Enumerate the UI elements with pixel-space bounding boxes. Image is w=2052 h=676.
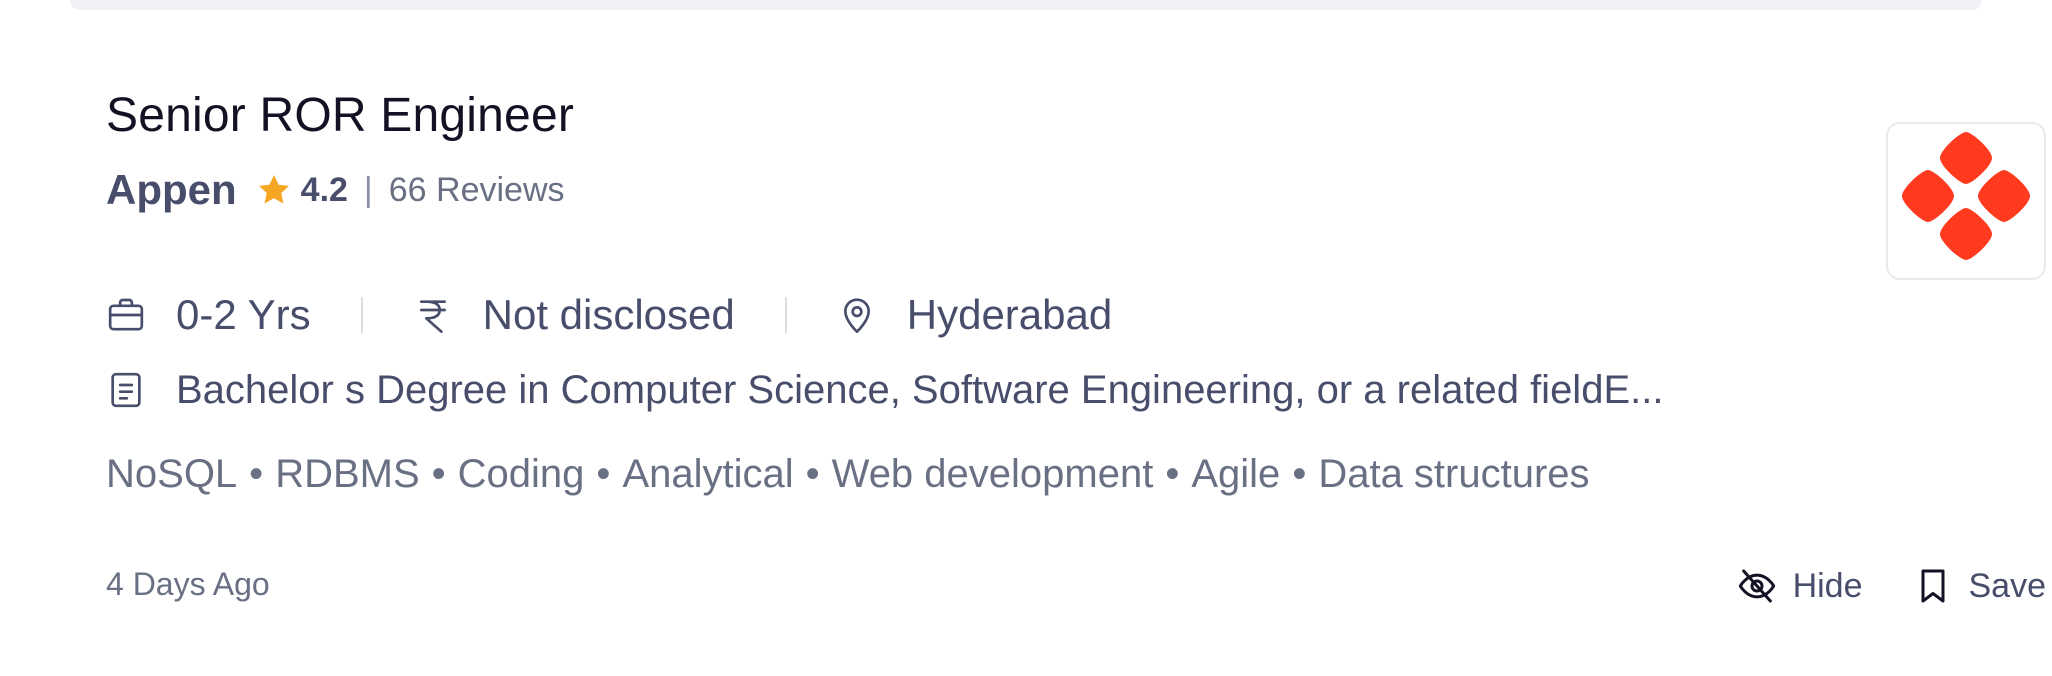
salary: Not disclosed [413, 291, 735, 339]
document-icon [111, 372, 141, 408]
company-row: Appen 4.2 | 66 Reviews [106, 160, 565, 220]
tag: RDBMS [275, 451, 420, 496]
tag: Analytical [622, 451, 794, 496]
rating-separator: | [363, 170, 373, 209]
job-title[interactable]: Senior ROR Engineer [106, 88, 574, 143]
tag-separator: • [1165, 451, 1180, 496]
experience: 0-2 Yrs [106, 291, 311, 339]
description-text: Bachelor s Degree in Computer Science, S… [176, 367, 1664, 412]
tag-separator: • [596, 451, 611, 496]
skill-tags: NoSQL • RDBMS • Coding • Analytical • We… [106, 446, 1590, 502]
tag-separator: • [431, 451, 446, 496]
rupee-icon [419, 300, 446, 333]
rating-value: 4.2 [300, 170, 348, 209]
bookmark-icon [1921, 569, 1944, 603]
hide-label: Hide [1792, 566, 1863, 605]
salary-value: Not disclosed [482, 291, 735, 338]
meta-divider [784, 297, 787, 333]
tag-separator: • [1292, 451, 1307, 496]
reviews-count[interactable]: 66 Reviews [389, 171, 565, 210]
rating-link[interactable]: 4.2 | 66 Reviews [255, 171, 565, 210]
posted-date: 4 Days Ago [106, 566, 270, 602]
experience-value: 0-2 Yrs [176, 291, 311, 338]
company-logo[interactable] [1886, 122, 2046, 280]
tag-separator: • [805, 451, 820, 496]
location-value[interactable]: Hyderabad [907, 291, 1112, 339]
job-description: Bachelor s Degree in Computer Science, S… [106, 362, 1663, 418]
tag: NoSQL [106, 451, 238, 496]
job-card[interactable]: Senior ROR Engineer Appen 4.2 | 66 Revie… [106, 80, 2046, 640]
company-name[interactable]: Appen [106, 166, 237, 214]
tag: Web development [831, 451, 1154, 496]
appen-logo-icon [1902, 132, 2030, 260]
meta-divider [360, 297, 363, 333]
eye-off-icon [1738, 569, 1775, 603]
save-label: Save [1968, 566, 2047, 605]
tag: Coding [457, 451, 585, 496]
location: Hyderabad [837, 291, 1112, 339]
page: Senior ROR Engineer Appen 4.2 | 66 Revie… [0, 0, 2052, 676]
job-meta-row: 0-2 Yrs Not disclosed Hyderabad [106, 285, 1112, 345]
briefcase-icon [108, 298, 144, 331]
tag-separator: • [249, 451, 264, 496]
previous-card-edge [70, 0, 1982, 10]
job-actions: Hide Save [1737, 558, 2046, 614]
star-icon [258, 174, 289, 204]
location-pin-icon [843, 298, 870, 333]
tag: Agile [1191, 451, 1281, 496]
tag: Data structures [1318, 451, 1590, 496]
save-button[interactable]: Save [1913, 566, 2047, 606]
hide-button[interactable]: Hide [1737, 566, 1863, 606]
